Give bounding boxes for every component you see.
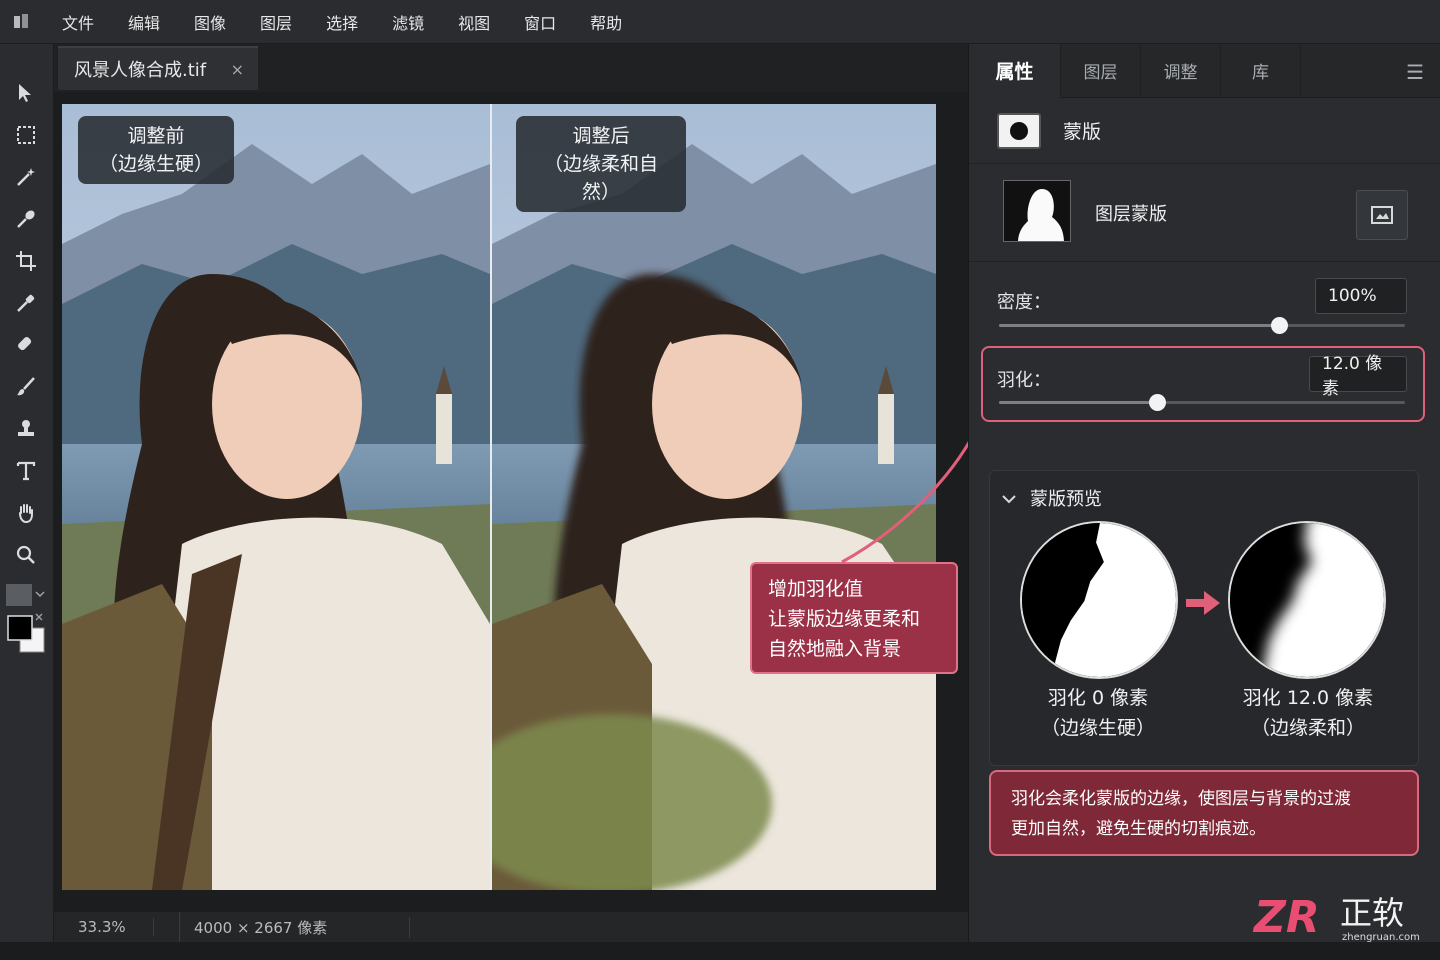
menu-select[interactable]: 选择 [326,10,358,34]
mask-preview-header[interactable]: 蒙版预览 [1002,485,1102,511]
density-slider-fill [999,324,1280,327]
photo-after [492,104,936,890]
mask-icon [997,112,1041,149]
density-input[interactable]: 100% [1315,278,1407,314]
soft-edge-caption-line1: 羽化 12.0 像素 [1242,687,1374,709]
healing-brush-icon[interactable] [9,328,43,362]
panel-tabs: 属性 图层 调整 库 ☰ [969,43,1440,98]
menu-file[interactable]: 文件 [62,10,94,34]
label-after: 调整后 （边缘柔和自然） [516,116,686,212]
tab-adjustments[interactable]: 调整 [1141,43,1221,98]
density-slider-thumb[interactable] [1271,317,1289,334]
marquee-icon[interactable] [9,118,43,152]
soft-edge-caption: 羽化 12.0 像素 （边缘柔和） [1208,683,1408,743]
close-icon[interactable]: × [231,60,244,79]
note-line1: 羽化会柔化蒙版的边缘，使图层与背景的过渡 [1011,789,1351,809]
callout-line3: 自然地融入背景 [768,638,902,660]
watermark-cn-text: 正软 [1340,894,1404,932]
type-icon[interactable] [9,454,43,488]
move-icon[interactable] [9,76,43,110]
stamp-icon[interactable] [9,412,43,446]
feather-input[interactable]: 12.0 像素 [1309,354,1407,399]
feather-note: 羽化会柔化蒙版的边缘，使图层与背景的过渡 更加自然，避免生硬的切割痕迹。 [989,770,1419,856]
layer-mask-label: 图层蒙版 [1095,204,1167,225]
feather-slider-fill [999,401,1158,404]
menu-edit[interactable]: 编辑 [128,10,160,34]
callout-line2: 让蒙版边缘更柔和 [768,608,921,630]
mask-preview: 蒙版预览 羽化 0 像素 （边缘生硬） 羽化 12.0 像素 （边缘柔和） [989,470,1419,766]
panel-menu-icon[interactable]: ☰ [1406,60,1424,84]
status-bar: 33.3% 4000 × 2667 像素 [54,912,968,942]
density-slider-track[interactable] [999,317,1405,334]
tools-panel [0,44,54,942]
label-after-line1: 调整后 [572,125,630,147]
hard-edge-caption-line1: 羽化 0 像素 [1047,687,1149,709]
magic-wand-icon[interactable] [9,160,43,194]
arrow-right-icon [1186,589,1222,621]
brush-icon[interactable] [9,370,43,404]
menu-help[interactable]: 帮助 [590,10,622,34]
chevron-down-icon[interactable] [1002,488,1016,509]
menu-view[interactable]: 视图 [458,10,490,34]
mask-section-header: 蒙版 [969,98,1440,164]
menu-filter[interactable]: 滤镜 [392,10,424,34]
label-before-line2: （边缘生硬） [98,153,213,175]
tab-libraries[interactable]: 库 [1221,43,1301,98]
bottom-strip [0,942,1440,960]
status-separator [154,912,180,942]
zoom-level[interactable]: 33.3% [54,918,154,936]
menu-image[interactable]: 图像 [194,10,226,34]
label-before: 调整前 （边缘生硬） [78,116,234,184]
color-swatches[interactable] [6,584,48,664]
menu-layer[interactable]: 图层 [260,10,292,34]
label-after-line2: （边缘柔和自然） [543,153,658,203]
app-logo-icon[interactable] [0,0,44,44]
document-tab-title: 风景人像合成.tif [74,60,207,81]
quick-select-icon[interactable] [9,202,43,236]
menu-bar: 文件 编辑 图像 图层 选择 滤镜 视图 窗口 帮助 [0,0,1440,44]
menu-window[interactable]: 窗口 [524,10,556,34]
eyedropper-icon[interactable] [9,286,43,320]
feather-row: 羽化： 12.0 像素 [997,354,1407,411]
document-tab[interactable]: 风景人像合成.tif × [58,46,258,90]
feather-slider-track[interactable] [999,394,1405,411]
document-tab-bar: 风景人像合成.tif × [54,44,968,92]
layer-mask-row: 图层蒙版 [969,164,1440,262]
properties-panel: 属性 图层 调整 库 ☰ 蒙版 图层蒙版 密度： 100% 羽化： 12.0 像… [968,43,1440,942]
tab-layers[interactable]: 图层 [1061,43,1141,98]
layer-mask-thumbnail[interactable] [1003,180,1071,242]
hand-icon[interactable] [9,496,43,530]
document-size: 4000 × 2667 像素 [180,916,410,938]
hard-edge-caption: 羽化 0 像素 （边缘生硬） [998,683,1198,743]
watermark-logo: ZR 正软 zhengruan.com [1252,888,1432,944]
zoom-icon[interactable] [9,538,43,572]
watermark-logo-text: ZR [1252,892,1320,943]
feather-callout: 增加羽化值 让蒙版边缘更柔和 自然地融入背景 [750,562,958,674]
crop-icon[interactable] [9,244,43,278]
mask-section-title: 蒙版 [1063,121,1102,143]
note-line2: 更加自然，避免生硬的切割痕迹。 [1011,819,1266,839]
tab-properties[interactable]: 属性 [969,43,1061,98]
density-row: 密度： 100% [997,278,1407,334]
feather-label: 羽化： [997,370,1051,391]
watermark-url: zhengruan.com [1342,932,1420,943]
soft-edge-preview [1228,521,1386,679]
label-before-line1: 调整前 [127,125,185,147]
hard-edge-preview [1020,521,1178,679]
mask-preview-title: 蒙版预览 [1030,489,1102,510]
soft-edge-caption-line2: （边缘柔和） [1250,717,1365,739]
density-label: 密度： [997,292,1051,313]
callout-line1: 增加羽化值 [768,578,864,600]
hard-edge-caption-line2: （边缘生硬） [1040,717,1155,739]
select-mask-icon[interactable] [1356,190,1408,240]
canvas-area[interactable]: 调整前 （边缘生硬） 调整后 （边缘柔和自然） 增加羽化值 让蒙版边缘更柔和 自… [54,92,968,912]
photo-before [62,104,490,890]
